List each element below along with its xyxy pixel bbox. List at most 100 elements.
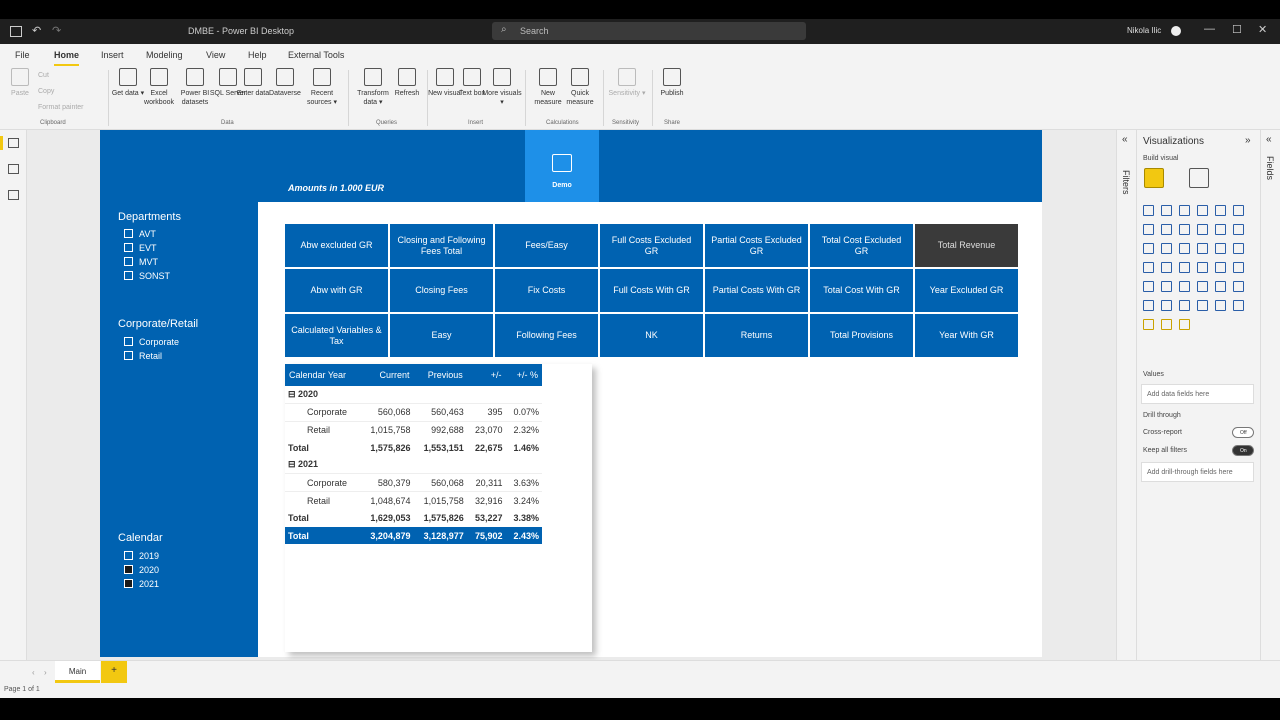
checkbox[interactable] (124, 257, 133, 266)
matrix-row-sub[interactable]: Retail 1,048,674 1,015,758 32,916 3.24% (285, 491, 542, 510)
visual-type-icon[interactable] (1197, 262, 1208, 273)
slicer-item-corporate[interactable]: Corporate (124, 337, 179, 347)
visual-type-icon[interactable] (1179, 224, 1190, 235)
close-button[interactable]: ✕ (1258, 23, 1267, 36)
values-well[interactable]: Add data fields here (1141, 384, 1254, 404)
collapse-pane-icon[interactable]: » (1245, 135, 1251, 146)
visual-type-icon[interactable] (1197, 224, 1208, 235)
matrix-row-year[interactable]: ⊟ 2020 (285, 386, 542, 404)
next-page-icon[interactable]: › (44, 668, 47, 677)
format-painter-button[interactable]: Format painter (38, 104, 84, 111)
more-visuals-button[interactable]: More visuals ▾ (482, 68, 522, 107)
build-visual-icon[interactable] (1144, 168, 1164, 188)
measure-button[interactable]: Total Cost Excluded GR (810, 224, 913, 267)
col-header-calendar-year[interactable]: Calendar Year (285, 364, 361, 386)
slicer-item-2019[interactable]: 2019 (124, 551, 159, 561)
matrix-row-sub[interactable]: Corporate 560,068 560,463 395 0.07% (285, 403, 542, 422)
measure-button[interactable]: Following Fees (495, 314, 598, 357)
measure-button[interactable]: Easy (390, 314, 493, 357)
visual-type-icon[interactable] (1143, 205, 1154, 216)
measure-button[interactable]: Fix Costs (495, 269, 598, 312)
undo-icon[interactable]: ↶ (32, 24, 41, 37)
visual-type-icon[interactable] (1233, 205, 1244, 216)
filters-pane-collapsed[interactable]: « Filters (1116, 130, 1136, 660)
page-tab-main[interactable]: Main (55, 661, 100, 683)
visual-type-icon[interactable] (1215, 205, 1226, 216)
measure-button[interactable]: Full Costs With GR (600, 269, 703, 312)
visual-type-icon[interactable] (1143, 300, 1154, 311)
visual-type-icon[interactable] (1215, 224, 1226, 235)
expand-filters-icon[interactable]: « (1122, 134, 1128, 145)
visual-type-icon[interactable] (1215, 281, 1226, 292)
matrix-row-grand[interactable]: Total 3,204,879 3,128,977 75,902 2.43% (285, 526, 542, 545)
fields-pane-collapsed[interactable]: « Fields (1260, 130, 1280, 660)
visual-type-icon[interactable] (1179, 319, 1190, 330)
visual-type-icon[interactable] (1143, 262, 1154, 273)
checkbox[interactable] (124, 271, 133, 280)
keep-all-filters-toggle[interactable]: On (1232, 445, 1254, 456)
measure-button[interactable]: Partial Costs Excluded GR (705, 224, 808, 267)
sensitivity-button[interactable]: Sensitivity ▾ (607, 68, 647, 98)
slicer-item-retail[interactable]: Retail (124, 351, 162, 361)
data-view-icon[interactable] (8, 164, 19, 174)
measure-button[interactable]: Total Revenue (915, 224, 1018, 267)
user-avatar[interactable] (1171, 26, 1181, 36)
matrix-visual[interactable]: Calendar Year Current Previous +/- +/- %… (285, 364, 592, 652)
slicer-item-sonst[interactable]: SONST (124, 271, 170, 281)
measure-button[interactable]: Returns (705, 314, 808, 357)
visual-type-icon[interactable] (1233, 281, 1244, 292)
checkbox[interactable] (124, 551, 133, 560)
tab-insert[interactable]: Insert (101, 50, 124, 60)
measure-button[interactable]: Closing Fees (390, 269, 493, 312)
cut-button[interactable]: Cut (38, 72, 49, 79)
add-page-button[interactable]: + (101, 661, 127, 683)
slicer-item-2020[interactable]: 2020 (124, 565, 159, 575)
visual-type-icon[interactable] (1179, 281, 1190, 292)
filters-label[interactable]: Filters (1121, 170, 1131, 195)
checkbox-checked[interactable] (124, 579, 133, 588)
visual-type-icon[interactable] (1161, 243, 1172, 254)
tab-file[interactable]: File (15, 50, 30, 60)
measure-button[interactable]: Partial Costs With GR (705, 269, 808, 312)
slicer-item-2021[interactable]: 2021 (124, 579, 159, 589)
visual-type-icon[interactable] (1143, 319, 1154, 330)
visual-type-icon[interactable] (1161, 205, 1172, 216)
redo-icon[interactable]: ↷ (52, 24, 61, 37)
matrix-row-sub[interactable]: Retail 1,015,758 992,688 23,070 2.32% (285, 420, 542, 439)
measure-button[interactable]: Total Provisions (810, 314, 913, 357)
slicer-item-avt[interactable]: AVT (124, 229, 156, 239)
cross-report-toggle[interactable]: Off (1232, 427, 1254, 438)
visual-type-icon[interactable] (1233, 262, 1244, 273)
measure-button[interactable]: Full Costs Excluded GR (600, 224, 703, 267)
measure-button[interactable]: Closing and Following Fees Total (390, 224, 493, 267)
visual-type-icon[interactable] (1179, 243, 1190, 254)
prev-page-icon[interactable]: ‹ (32, 668, 35, 677)
visual-type-icon[interactable] (1197, 243, 1208, 254)
visual-type-icon[interactable] (1215, 243, 1226, 254)
visual-type-icon[interactable] (1161, 319, 1172, 330)
measure-button[interactable]: NK (600, 314, 703, 357)
matrix-row-total[interactable]: Total 1,629,053 1,575,826 53,227 3.38% (285, 509, 542, 527)
checkbox[interactable] (124, 243, 133, 252)
measure-button[interactable]: Year With GR (915, 314, 1018, 357)
user-name[interactable]: Nikola Ilic (1127, 26, 1161, 35)
paste-button[interactable]: Paste (0, 68, 40, 98)
slicer-item-evt[interactable]: EVT (124, 243, 157, 253)
visual-type-icon[interactable] (1161, 300, 1172, 311)
minimize-button[interactable]: — (1204, 23, 1215, 35)
publish-button[interactable]: Publish (652, 68, 692, 98)
recent-sources-button[interactable]: Recent sources ▾ (302, 68, 342, 107)
measure-button[interactable]: Abw excluded GR (285, 224, 388, 267)
visual-type-icon[interactable] (1143, 243, 1154, 254)
tab-help[interactable]: Help (248, 50, 267, 60)
matrix-row-year[interactable]: ⊟ 2021 (285, 456, 542, 474)
visual-type-icon[interactable] (1161, 262, 1172, 273)
checkbox[interactable] (124, 337, 133, 346)
expand-fields-icon[interactable]: « (1266, 134, 1272, 145)
copy-button[interactable]: Copy (38, 88, 54, 95)
search-box[interactable]: ⌕ Search (492, 22, 806, 40)
col-header-diff-pct[interactable]: +/- % (505, 364, 542, 386)
checkbox-checked[interactable] (124, 565, 133, 574)
checkbox[interactable] (124, 229, 133, 238)
visual-type-icon[interactable] (1233, 224, 1244, 235)
